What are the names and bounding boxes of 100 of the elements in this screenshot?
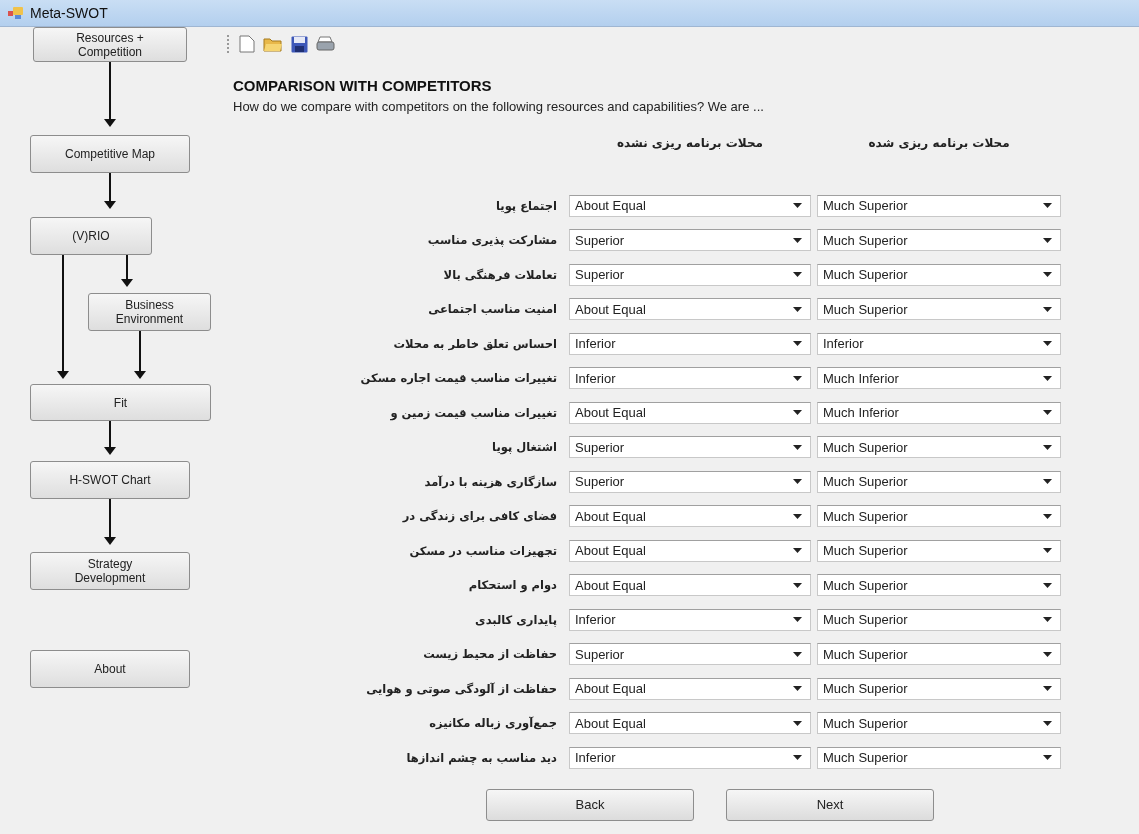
window-title: Meta-SWOT [30,5,108,21]
column-header: محلات برنامه ریزی نشده [615,136,765,150]
dropdown-caret-icon [1043,582,1052,588]
flow-arrow [104,499,116,545]
flowchart-step-button[interactable]: Fit [30,384,211,421]
rating-dropdown[interactable]: Superior [569,470,811,493]
rating-dropdown[interactable]: Superior [569,643,811,665]
dropdown-caret-icon [1043,341,1052,346]
app-icon [8,6,24,20]
flowchart-step-button[interactable]: H-SWOT Chart [30,461,190,499]
rating-dropdown[interactable]: Inferior [569,332,811,355]
resource-label: فضای کافی برای زندگی در [401,509,558,523]
rating-dropdown[interactable]: Much Superior [817,574,1061,596]
dropdown-caret-icon [793,479,802,484]
resource-label: مشارکت پذیری مناسب [426,233,558,247]
resource-label: حفاظت از آلودگی صوتی و هوایی [365,681,558,696]
dropdown-caret-icon [1043,237,1052,243]
section-heading: COMPARISON WITH COMPETITORS [233,77,493,94]
flow-arrow [121,255,133,287]
resource-label: حفاظت از محیط زیست [422,647,558,661]
dropdown-caret-icon [793,651,802,657]
rating-dropdown[interactable]: Much Superior [817,229,1061,251]
flow-arrow [104,421,116,455]
rating-dropdown[interactable]: About Equal [569,401,811,424]
rating-dropdown[interactable]: About Equal [569,194,811,217]
dropdown-caret-icon [1043,306,1052,312]
save-icon[interactable] [291,35,308,53]
dropdown-caret-icon [1043,617,1052,622]
dropdown-caret-icon [1043,755,1052,760]
rating-dropdown[interactable]: Inferior [569,746,811,769]
flowchart-step-button[interactable]: Resources + Competition [33,27,187,62]
rating-dropdown[interactable]: Much Superior [817,436,1061,458]
rating-dropdown[interactable]: About Equal [569,505,811,527]
folder-icon[interactable] [263,36,283,52]
resource-label: پایداری کالبدی [474,612,558,627]
resource-label: تجهیزات مناسب در مسکن [408,543,558,558]
resource-label: دید مناسب به چشم اندازها [405,750,558,765]
dropdown-caret-icon [793,444,802,450]
resource-label: امنیت مناسب اجتماعی [427,302,558,316]
question-text: How do we compare with competitors on the following resources and capabilities? We are ... [233,99,765,114]
resource-label: جمع‌آوری زباله مکانیزه [428,716,558,730]
dropdown-caret-icon [793,617,802,622]
rating-dropdown[interactable]: Much Superior [817,539,1061,562]
flowchart-step-button[interactable]: Competitive Map [30,135,190,173]
dropdown-caret-icon [793,410,802,415]
flow-arrow [104,173,116,209]
resource-label: تغییرات مناسب قیمت زمین و [389,405,558,420]
rating-dropdown[interactable]: About Equal [569,298,811,320]
resource-label: تغییرات مناسب قیمت اجاره مسکن [359,371,558,385]
dropdown-caret-icon [1043,651,1052,657]
rating-dropdown[interactable]: Superior [569,436,811,458]
dropdown-caret-icon [793,686,802,691]
rating-dropdown[interactable]: Much Inferior [817,367,1061,389]
rating-dropdown[interactable]: Much Superior [817,194,1061,217]
resource-label: سازگاری هزینه با درآمد [423,474,558,489]
dropdown-caret-icon [1043,410,1052,415]
flowchart-step-button[interactable]: Business Environment [88,293,211,331]
resource-label: احساس تعلق خاطر به محلات [392,336,558,351]
rating-dropdown[interactable]: Superior [569,229,811,251]
rating-dropdown[interactable]: Much Superior [817,608,1061,631]
resource-label: اجتماع پویا [495,198,558,213]
rating-dropdown[interactable]: Much Inferior [817,401,1061,424]
print-icon[interactable] [316,36,335,52]
rating-dropdown[interactable]: About Equal [569,712,811,734]
dropdown-caret-icon [1043,272,1052,277]
flow-arrow [104,62,116,127]
rating-dropdown[interactable]: Superior [569,263,811,286]
rating-dropdown[interactable]: Inferior [569,608,811,631]
dropdown-caret-icon [1043,686,1052,691]
rating-dropdown[interactable]: About Equal [569,677,811,700]
dropdown-caret-icon [1043,444,1052,450]
flowchart-step-button[interactable]: Strategy Development [30,552,190,590]
rating-dropdown[interactable]: Much Superior [817,263,1061,286]
dropdown-caret-icon [1043,548,1052,553]
resource-label: اشتغال پویا [491,440,558,454]
dropdown-caret-icon [793,237,802,243]
flowchart-step-button[interactable]: (V)RIO [30,217,152,255]
dropdown-caret-icon [1043,720,1052,726]
dropdown-caret-icon [793,375,802,381]
rating-dropdown[interactable]: Much Superior [817,712,1061,734]
rating-dropdown[interactable]: Much Superior [817,746,1061,769]
dropdown-caret-icon [793,203,802,208]
dropdown-caret-icon [793,582,802,588]
rating-dropdown[interactable]: Much Superior [817,643,1061,665]
flowchart-step-button[interactable]: About [30,650,190,688]
dropdown-caret-icon [793,548,802,553]
rating-dropdown[interactable]: Much Superior [817,470,1061,493]
dropdown-caret-icon [1043,513,1052,519]
rating-dropdown[interactable]: About Equal [569,574,811,596]
rating-dropdown[interactable]: Much Superior [817,505,1061,527]
rating-dropdown[interactable]: About Equal [569,539,811,562]
rating-dropdown[interactable]: Inferior [569,367,811,389]
rating-dropdown[interactable]: Much Superior [817,677,1061,700]
rating-dropdown[interactable]: Inferior [817,332,1061,355]
new-file-icon[interactable] [239,35,255,53]
rating-dropdown[interactable]: Much Superior [817,298,1061,320]
column-header: محلات برنامه ریزی شده [867,136,1011,150]
next-button[interactable]: Next [726,788,934,821]
back-button[interactable]: Back [486,788,694,821]
dropdown-caret-icon [1043,203,1052,208]
